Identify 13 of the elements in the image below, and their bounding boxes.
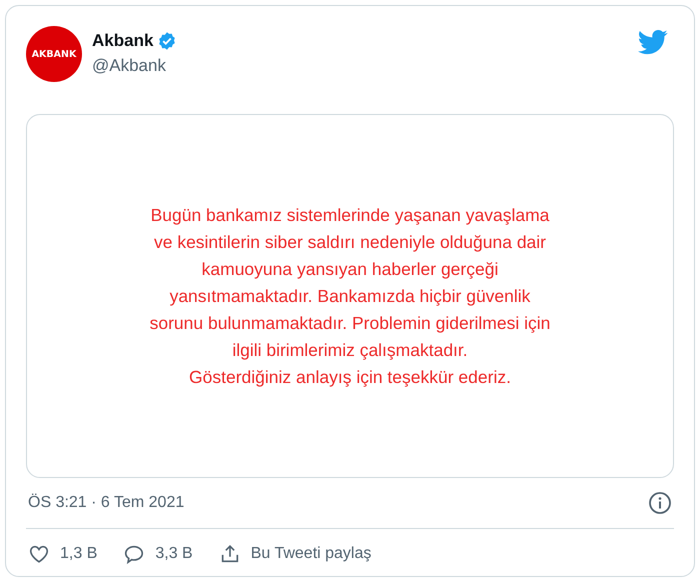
account-name[interactable]: Akbank [92,31,154,51]
info-icon[interactable] [648,491,672,515]
like-button[interactable]: 1,3 B [28,543,98,565]
reply-button[interactable]: 3,3 B [123,543,193,565]
bird-icon[interactable] [638,30,668,55]
heart-icon [28,543,50,565]
speech-bubble-icon [123,543,146,565]
statement-text: Bugün bankamız sistemlerinde yaşanan yavaşlama ve kesintilerin siber saldırı nedeniyle olduğuna dair kamuoyuna yansıyan haberler gerçeği yansıtmamaktadır. Bankamızda hiçbir güvenlik sorunu bulunmamaktadır. Problemin giderilmesi için ilgili birimlerimiz çalışmaktadır. Gösterdiğiniz anlayış için teşekkür ederiz. [150,204,550,389]
account-handle[interactable]: @Akbank [92,56,628,76]
share-button[interactable]: Bu Tweeti paylaş [218,543,372,565]
avatar-logo[interactable]: AKBANK [26,26,82,82]
tweet-timestamp[interactable]: ÖS 3:21 · 6 Tem 2021 [28,494,184,512]
statement-image[interactable] [26,114,674,478]
